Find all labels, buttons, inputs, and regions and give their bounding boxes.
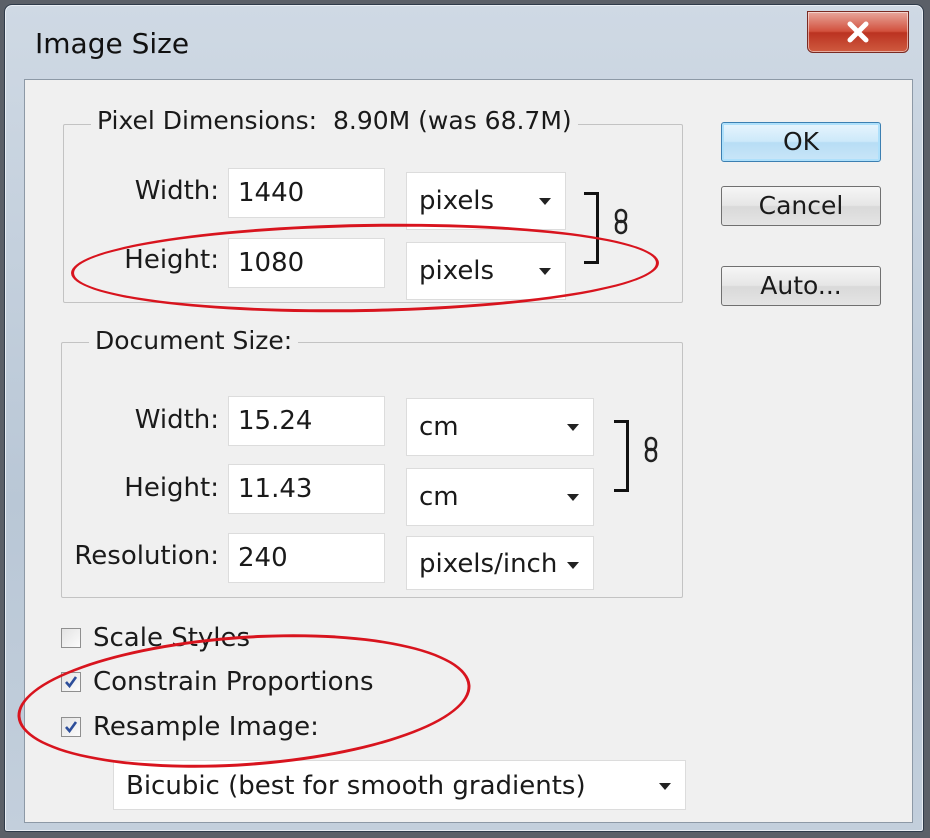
- resample-image-label[interactable]: Resample Image:: [93, 712, 319, 742]
- document-height-input[interactable]: 11.43: [228, 464, 385, 514]
- pixel-height-unit-select[interactable]: pixels: [406, 242, 566, 300]
- pixel-width-input[interactable]: 1440: [228, 168, 385, 218]
- chevron-down-icon: [539, 198, 551, 205]
- document-width-label: Width:: [134, 405, 219, 435]
- close-button[interactable]: [807, 11, 909, 53]
- checkmark-icon: [65, 721, 78, 734]
- resolution-input[interactable]: 240: [228, 533, 385, 583]
- checkmark-icon: [65, 676, 78, 689]
- document-width-input[interactable]: 15.24: [228, 396, 385, 446]
- pixel-dimensions-label: Pixel Dimensions: 8.90M (was 68.7M): [91, 106, 578, 135]
- resample-image-checkbox[interactable]: [61, 717, 81, 737]
- document-link-bracket: [614, 420, 629, 492]
- link-icon: [644, 436, 658, 463]
- resolution-label: Resolution:: [74, 541, 219, 571]
- pixel-height-label: Height:: [124, 245, 219, 275]
- dialog-body: Pixel Dimensions: 8.90M (was 68.7M) Widt…: [13, 79, 913, 823]
- auto-button[interactable]: Auto...: [721, 266, 881, 306]
- link-icon: [614, 208, 628, 235]
- pixel-width-unit-select[interactable]: pixels: [406, 172, 566, 230]
- chevron-down-icon: [659, 783, 671, 790]
- pixel-height-input[interactable]: 1080: [228, 238, 385, 288]
- chevron-down-icon: [567, 494, 579, 501]
- chevron-down-icon: [567, 562, 579, 569]
- constrain-proportions-label[interactable]: Constrain Proportions: [93, 667, 374, 697]
- resolution-unit-select[interactable]: pixels/inch: [406, 536, 594, 590]
- pixel-width-unit-value: pixels: [419, 186, 495, 216]
- resample-method-select[interactable]: Bicubic (best for smooth gradients): [113, 760, 686, 810]
- scale-styles-label[interactable]: Scale Styles: [93, 623, 250, 653]
- chevron-down-icon: [539, 268, 551, 275]
- pixel-height-unit-value: pixels: [419, 256, 495, 286]
- resolution-unit-value: pixels/inch: [419, 549, 558, 579]
- document-height-unit-value: cm: [419, 482, 459, 512]
- close-icon: [847, 21, 869, 43]
- pixel-link-bracket: [584, 192, 599, 264]
- resample-method-value: Bicubic (best for smooth gradients): [126, 771, 586, 801]
- document-height-label: Height:: [124, 473, 219, 503]
- document-width-unit-select[interactable]: cm: [406, 398, 594, 456]
- ok-button[interactable]: OK: [721, 122, 881, 162]
- cancel-button[interactable]: Cancel: [721, 186, 881, 226]
- document-height-unit-select[interactable]: cm: [406, 468, 594, 526]
- chevron-down-icon: [567, 424, 579, 431]
- constrain-proportions-checkbox[interactable]: [61, 672, 81, 692]
- window-title: Image Size: [35, 27, 190, 60]
- pixel-width-label: Width:: [134, 176, 219, 206]
- document-width-unit-value: cm: [419, 412, 459, 442]
- image-size-dialog: Image Size Pixel Dimensions: 8.90M (was …: [4, 4, 924, 832]
- scale-styles-checkbox[interactable]: [61, 628, 81, 648]
- document-size-label: Document Size:: [89, 326, 299, 355]
